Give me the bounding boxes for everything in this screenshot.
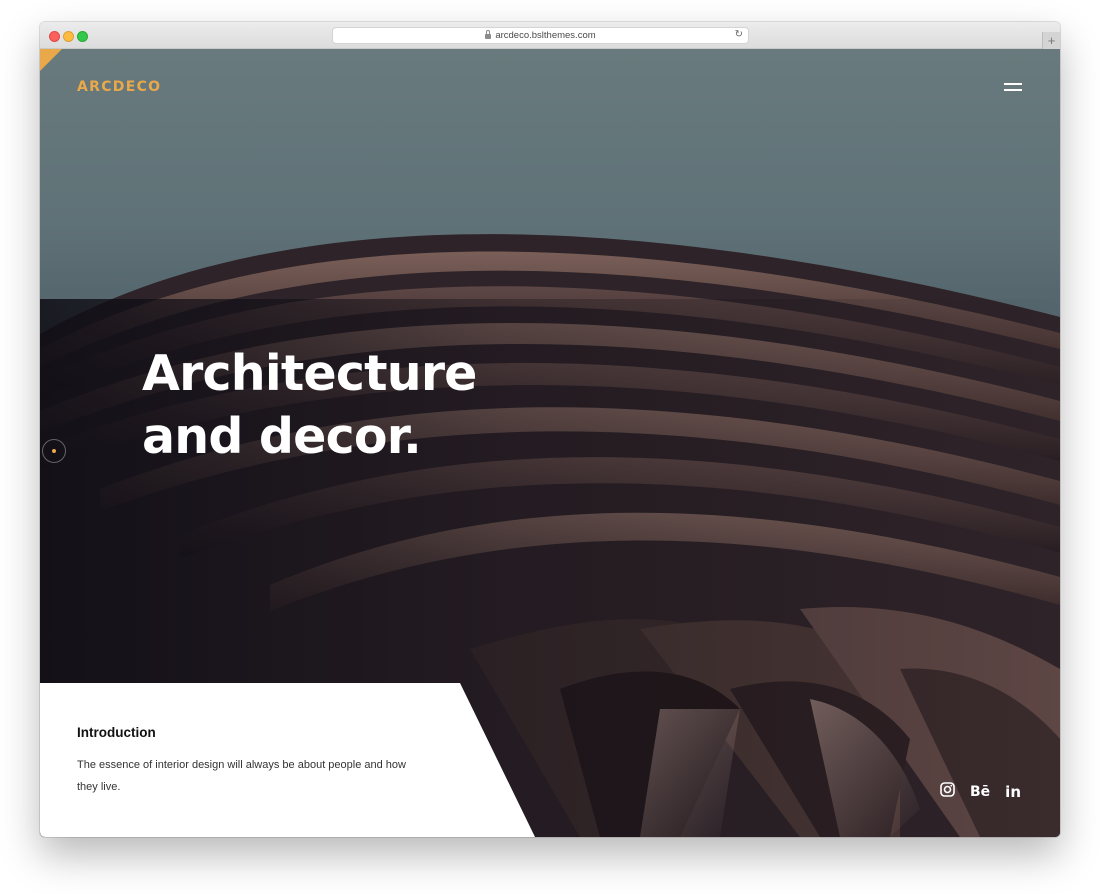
- behance-link[interactable]: Bē: [970, 784, 990, 800]
- reload-icon[interactable]: ↻: [735, 29, 743, 40]
- menu-icon-line: [1004, 89, 1022, 91]
- address-bar[interactable]: arcdeco.bslthemes.com ↻: [332, 27, 749, 44]
- address-bar-url: arcdeco.bslthemes.com: [495, 30, 596, 41]
- social-links: Bē in: [940, 782, 1021, 802]
- linkedin-link[interactable]: in: [1005, 784, 1021, 800]
- browser-window: arcdeco.bslthemes.com ↻ + ARCDECO Archit…: [40, 22, 1060, 837]
- slider-indicator-dot[interactable]: [42, 439, 66, 463]
- corner-accent: [40, 49, 62, 71]
- intro-text: The essence of interior design will alwa…: [77, 759, 406, 793]
- instagram-link[interactable]: [940, 782, 955, 802]
- maximize-window-button[interactable]: [77, 31, 88, 42]
- close-window-button[interactable]: [49, 31, 60, 42]
- site-logo[interactable]: ARCDECO: [77, 79, 161, 95]
- hamburger-menu-button[interactable]: [1002, 80, 1024, 94]
- hero-headline-line-2: and decor.: [142, 408, 422, 465]
- browser-toolbar: arcdeco.bslthemes.com ↻ +: [40, 22, 1060, 50]
- lock-icon: [485, 30, 492, 39]
- hero-headline: Architecture and decor.: [142, 342, 477, 468]
- hero-headline-line-1: Architecture: [142, 345, 477, 402]
- intro-title: Introduction: [77, 725, 156, 740]
- instagram-icon: [940, 782, 955, 797]
- menu-icon-line: [1004, 83, 1022, 85]
- minimize-window-button[interactable]: [63, 31, 74, 42]
- hero-section: ARCDECO Architecture and decor. Introduc…: [40, 49, 1060, 837]
- new-tab-button[interactable]: +: [1042, 32, 1060, 50]
